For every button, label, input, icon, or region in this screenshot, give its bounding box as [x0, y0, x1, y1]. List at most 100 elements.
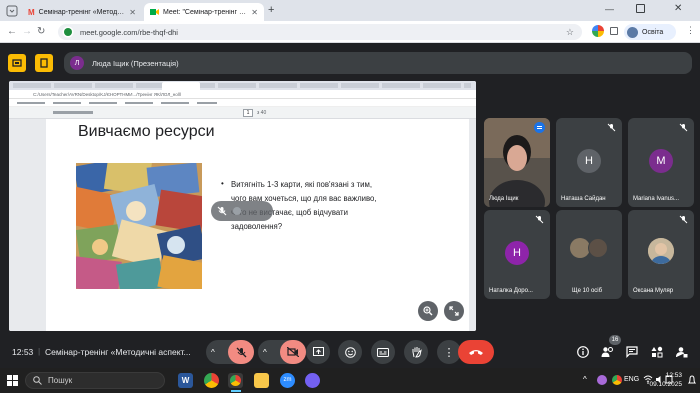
chrome-active-icon[interactable] [228, 373, 243, 388]
shared-screen-overlay [211, 201, 273, 221]
participant-name: Люда Іщик [489, 196, 519, 202]
participant-tile[interactable]: M Mariana Ivanus... [628, 118, 694, 207]
mic-off-icon [236, 347, 246, 357]
browser-tab-bar: M Семінар-тренінг «Методичні а ✕ Meet: "… [0, 0, 700, 21]
windows-taskbar: Пошук W zm ^ ENG 12:53 09.10.2025 [0, 368, 700, 393]
tab-search-icon[interactable] [6, 5, 18, 17]
taskbar-clock[interactable]: 12:53 09.10.2025 [642, 371, 682, 389]
meeting-clock: 12:53 [12, 347, 34, 357]
mic-toggle-button[interactable] [228, 340, 254, 364]
tab-meet[interactable]: Meet: "Семінар-тренінг «М ✕ [144, 3, 264, 21]
document-icon[interactable] [35, 54, 53, 72]
participant-avatar: Н [577, 149, 601, 173]
lock-person-icon [676, 347, 688, 358]
zoom-in-icon [423, 306, 433, 316]
fullscreen-button[interactable] [444, 301, 464, 321]
tray-chrome-icon[interactable] [612, 375, 622, 385]
tray-chevron-icon[interactable]: ^ [583, 375, 587, 384]
minimize-button[interactable]: — [605, 4, 614, 14]
people-button[interactable] [601, 346, 614, 358]
chat-button[interactable] [626, 346, 638, 358]
pdf-page-total: з 40 [257, 110, 267, 116]
search-placeholder: Пошук [48, 376, 73, 385]
meeting-info-button[interactable] [577, 346, 589, 358]
tab-seminar[interactable]: M Семінар-тренінг «Методичні а ✕ [22, 3, 142, 21]
present-button[interactable] [306, 340, 330, 364]
tab-search-icon[interactable] [610, 27, 618, 35]
participant-name: Mariana Ivanus... [633, 196, 680, 202]
bookmark-star-icon[interactable]: ☆ [566, 27, 574, 38]
camera-off-icon [287, 347, 299, 357]
new-tab-button[interactable]: + [268, 4, 274, 16]
participant-avatar: Н [505, 241, 529, 265]
separator: | [38, 346, 41, 356]
tab-label: Семінар-тренінг «Методичні а [38, 8, 126, 16]
address-bar[interactable]: meet.google.com/rbe-thqf-dhi ☆ [58, 24, 582, 40]
mic-off-icon [679, 123, 688, 132]
browser-toolbar: ← → ↻ meet.google.com/rbe-thqf-dhi ☆ Осв… [0, 21, 700, 43]
raise-hand-button[interactable] [404, 340, 428, 364]
expand-icon [449, 306, 459, 316]
close-window-button[interactable]: ✕ [674, 3, 682, 14]
presenter-avatar: Л [70, 56, 84, 70]
more-participants-tile[interactable]: Ще 10 осіб [556, 210, 622, 299]
back-button[interactable]: ← [7, 26, 17, 37]
zoom-app-icon[interactable]: zm [280, 373, 295, 388]
tray-app-icon[interactable] [597, 375, 607, 385]
end-call-icon [469, 350, 483, 355]
host-controls-button[interactable] [676, 346, 688, 358]
notifications-icon[interactable] [688, 375, 696, 385]
info-icon [577, 346, 589, 358]
reload-button[interactable]: ↻ [37, 26, 45, 37]
mic-options-chevron-icon[interactable]: ^ [211, 348, 215, 357]
participant-tile[interactable]: Люда Іщик [484, 118, 550, 207]
windows-start-icon[interactable] [7, 375, 18, 386]
restore-button[interactable] [636, 4, 645, 13]
participant-count-badge: 16 [609, 335, 621, 345]
chat-icon [626, 346, 638, 358]
menu-icon[interactable]: ⋮ [686, 25, 695, 36]
present-screen-icon [312, 347, 324, 356]
camera-toggle-button[interactable] [280, 340, 306, 364]
shared-tab-strip [9, 81, 476, 90]
captions-button[interactable] [371, 340, 395, 364]
chrome-icon[interactable] [204, 373, 219, 388]
captions-icon [377, 347, 389, 357]
viber-icon[interactable] [305, 373, 320, 388]
mic-off-icon [217, 206, 227, 216]
taskbar-search-box[interactable]: Пошук [25, 372, 165, 389]
gmail-icon: M [28, 7, 35, 17]
activity-icon[interactable] [8, 54, 26, 72]
participant-name: Наталка Доро... [489, 288, 533, 294]
profile-label: Освіта [642, 28, 664, 36]
camera-options-chevron-icon[interactable]: ^ [263, 348, 267, 357]
shapes-icon [651, 346, 663, 358]
forward-button[interactable]: → [22, 26, 32, 37]
site-info-icon[interactable] [62, 26, 74, 38]
mic-off-icon [535, 215, 544, 224]
zoom-in-button[interactable] [418, 301, 438, 321]
participant-tile[interactable]: Н Наташа Сайдан [556, 118, 622, 207]
clock-date: 09.10.2025 [649, 381, 682, 388]
participant-name: Оксана Муляр [633, 288, 674, 294]
file-explorer-icon[interactable] [254, 373, 269, 388]
slide-title: Вивчаємо ресурси [78, 123, 215, 140]
word-icon[interactable]: W [178, 373, 193, 388]
participant-tile[interactable]: Оксана Муляр [628, 210, 694, 299]
pdf-page-input: 1 [243, 109, 253, 117]
mic-off-icon [607, 123, 616, 132]
leave-call-button[interactable] [458, 340, 494, 364]
close-tab-icon[interactable]: ✕ [129, 8, 136, 17]
language-indicator[interactable]: ENG [624, 376, 639, 383]
reactions-button[interactable] [338, 340, 362, 364]
activities-button[interactable] [651, 346, 663, 358]
extension-icon[interactable] [592, 25, 604, 37]
close-tab-icon[interactable]: ✕ [251, 8, 258, 17]
camera-group: ^ [258, 340, 306, 364]
bullet-dot: • [221, 179, 224, 188]
url-text: meet.google.com/rbe-thqf-dhi [80, 27, 178, 37]
participant-tile[interactable]: Н Наталка Доро... [484, 210, 550, 299]
profile-button[interactable]: Освіта [624, 24, 676, 40]
participant-photo [648, 238, 674, 264]
shared-path: C:/Users/Teacher/AVRN/Desktop/KJ/ЄНОРТНМ… [33, 91, 181, 97]
